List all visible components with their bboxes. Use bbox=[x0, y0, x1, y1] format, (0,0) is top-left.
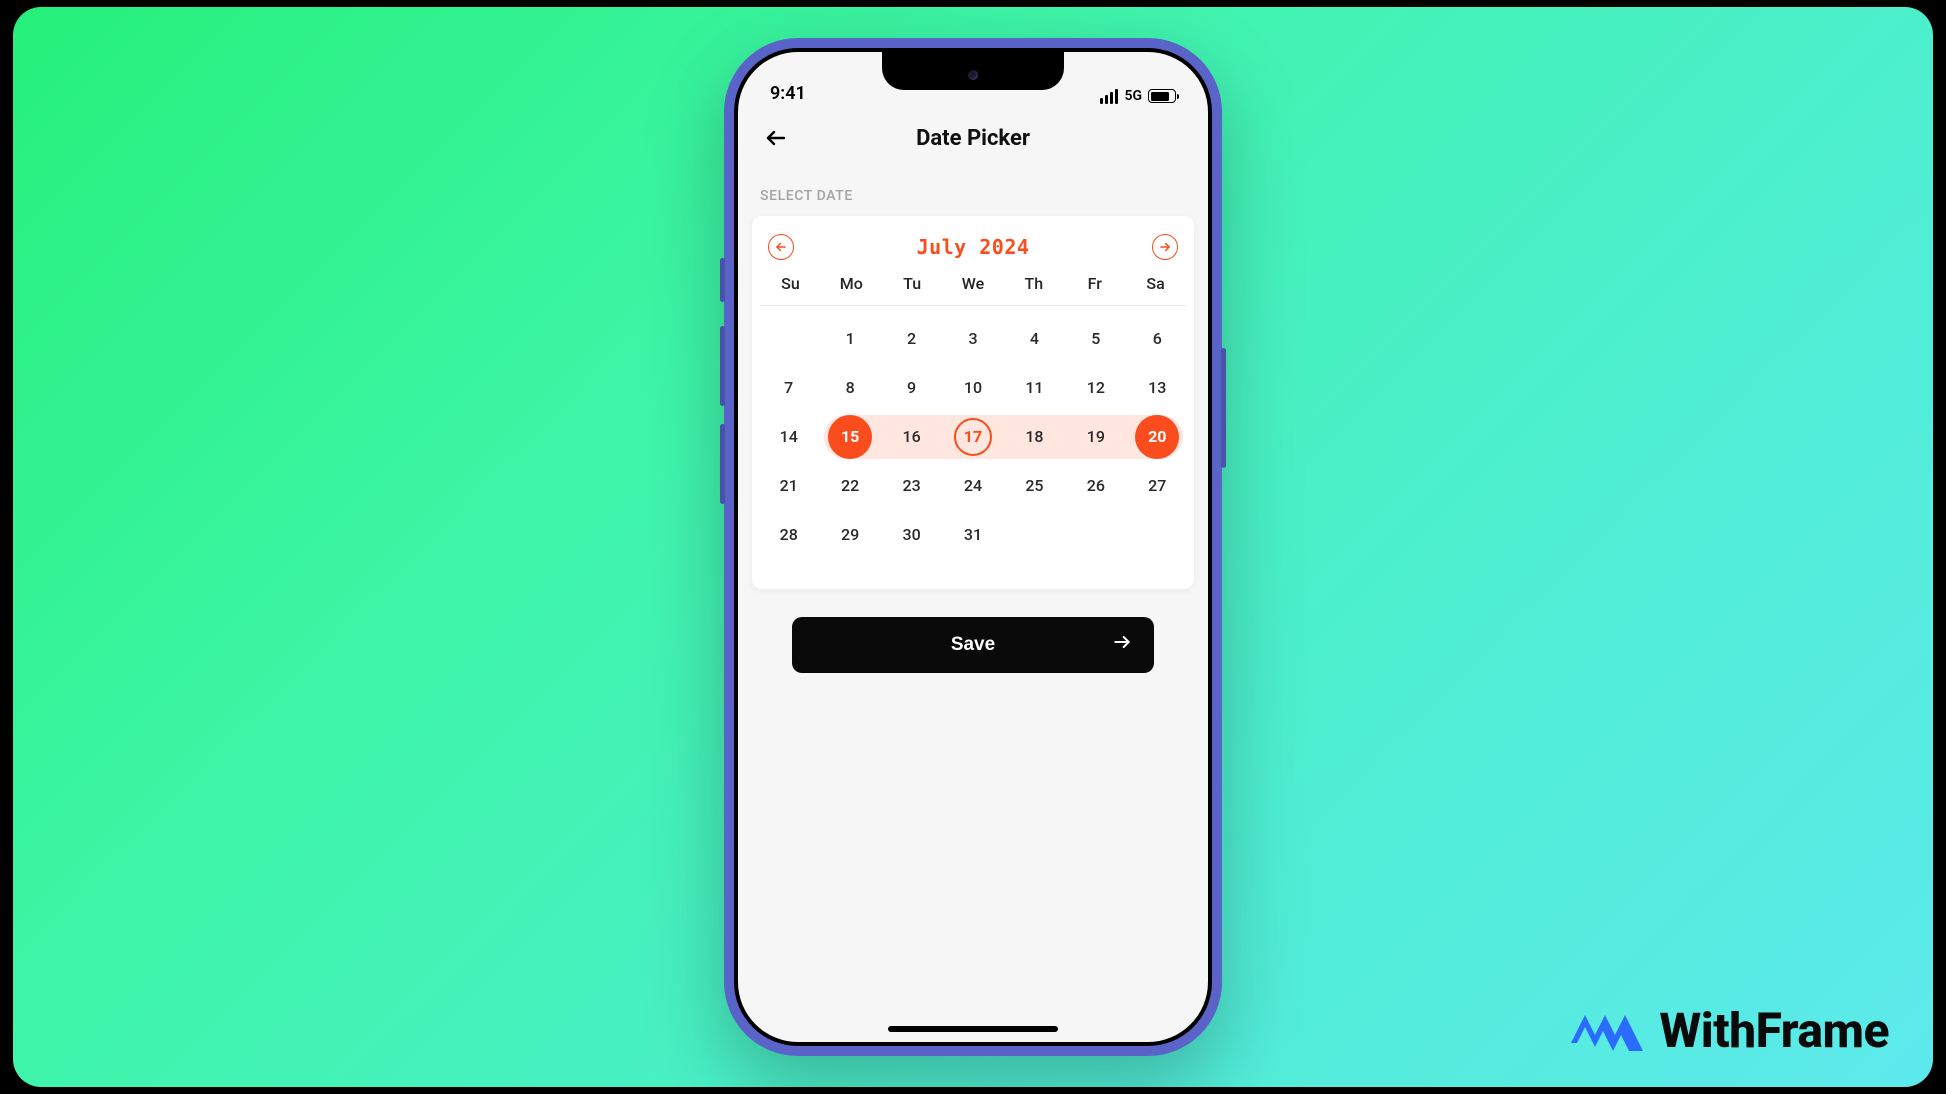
watermark-text: WithFrame bbox=[1659, 1002, 1889, 1059]
signal-icon bbox=[1100, 89, 1118, 104]
calendar-week-row: 78910111213 bbox=[758, 363, 1188, 412]
calendar-day[interactable]: 19 bbox=[1065, 415, 1126, 459]
calendar-day[interactable]: 11 bbox=[1004, 366, 1065, 410]
dow-cell: Fr bbox=[1064, 274, 1125, 293]
calendar-day[interactable]: 18 bbox=[1004, 415, 1065, 459]
phone-volume-down bbox=[720, 424, 725, 504]
app-header: Date Picker bbox=[738, 108, 1208, 172]
calendar-day[interactable]: 4 bbox=[1004, 317, 1065, 361]
arrow-right-icon bbox=[1112, 632, 1132, 658]
phone-frame: 9:41 5G Dat bbox=[724, 38, 1222, 1056]
calendar-day[interactable]: 28 bbox=[758, 513, 819, 557]
phone-volume-up bbox=[720, 326, 725, 406]
prev-month-button[interactable] bbox=[768, 234, 794, 260]
save-button-label: Save bbox=[951, 634, 995, 656]
dow-cell: Su bbox=[760, 274, 821, 293]
arrow-right-circle-icon bbox=[1158, 240, 1172, 254]
calendar-day[interactable]: 10 bbox=[942, 366, 1003, 410]
calendar-day[interactable]: 2 bbox=[881, 317, 942, 361]
calendar-day[interactable]: 22 bbox=[819, 464, 880, 508]
date-picker-card: July 2024 SuMoTuWeThFrSa 123456789101112… bbox=[752, 216, 1194, 589]
calendar-week-row: 28293031 bbox=[758, 510, 1188, 559]
page-title: Date Picker bbox=[794, 126, 1152, 151]
phone-volume-switch bbox=[720, 258, 725, 302]
arrow-left-circle-icon bbox=[774, 240, 788, 254]
calendar-week-row: 123456 bbox=[758, 314, 1188, 363]
dow-cell: Th bbox=[1003, 274, 1064, 293]
calendar-week-row: 14151617181920 bbox=[758, 412, 1188, 461]
calendar-grid: 1234567891011121314151617181920212223242… bbox=[758, 306, 1188, 559]
calendar-day[interactable]: 20 bbox=[1127, 415, 1188, 459]
phone-screen: 9:41 5G Dat bbox=[738, 52, 1208, 1042]
calendar-day[interactable]: 13 bbox=[1127, 366, 1188, 410]
calendar-day[interactable]: 6 bbox=[1127, 317, 1188, 361]
calendar-day[interactable]: 27 bbox=[1127, 464, 1188, 508]
calendar-day[interactable]: 1 bbox=[819, 317, 880, 361]
status-time: 9:41 bbox=[770, 83, 806, 104]
calendar-week-row: 21222324252627 bbox=[758, 461, 1188, 510]
calendar-day[interactable]: 7 bbox=[758, 366, 819, 410]
calendar-day[interactable]: 17 bbox=[942, 418, 1003, 456]
calendar-day[interactable]: 16 bbox=[881, 415, 942, 459]
arrow-left-icon bbox=[764, 126, 788, 150]
month-year-label: July 2024 bbox=[917, 235, 1030, 259]
dow-cell: Mo bbox=[821, 274, 882, 293]
next-month-button[interactable] bbox=[1152, 234, 1178, 260]
battery-icon bbox=[1148, 89, 1176, 103]
dow-cell: Sa bbox=[1125, 274, 1186, 293]
calendar-day[interactable]: 24 bbox=[942, 464, 1003, 508]
section-label: SELECT DATE bbox=[752, 180, 1194, 216]
phone-power-button bbox=[1221, 348, 1226, 468]
calendar-day[interactable]: 21 bbox=[758, 464, 819, 508]
back-button[interactable] bbox=[758, 120, 794, 156]
calendar-day[interactable]: 29 bbox=[819, 513, 880, 557]
calendar-day[interactable]: 9 bbox=[881, 366, 942, 410]
save-button[interactable]: Save bbox=[792, 617, 1154, 673]
calendar-day[interactable]: 14 bbox=[758, 415, 819, 459]
home-indicator bbox=[888, 1026, 1058, 1032]
calendar-day[interactable]: 31 bbox=[942, 513, 1003, 557]
calendar-day[interactable]: 5 bbox=[1065, 317, 1126, 361]
calendar-day[interactable]: 8 bbox=[819, 366, 880, 410]
day-of-week-header: SuMoTuWeThFrSa bbox=[760, 274, 1186, 306]
calendar-day[interactable]: 25 bbox=[1004, 464, 1065, 508]
calendar-day[interactable]: 15 bbox=[819, 415, 880, 459]
calendar-day[interactable]: 12 bbox=[1065, 366, 1126, 410]
dow-cell: We bbox=[943, 274, 1004, 293]
calendar-day[interactable]: 26 bbox=[1065, 464, 1126, 508]
withframe-logo-icon bbox=[1571, 1005, 1647, 1057]
watermark: WithFrame bbox=[1571, 1002, 1889, 1059]
phone-camera bbox=[968, 70, 978, 80]
phone-notch bbox=[882, 52, 1064, 90]
calendar-day[interactable]: 23 bbox=[881, 464, 942, 508]
dow-cell: Tu bbox=[882, 274, 943, 293]
calendar-day[interactable]: 3 bbox=[942, 317, 1003, 361]
calendar-day[interactable]: 30 bbox=[881, 513, 942, 557]
promo-stage: 9:41 5G Dat bbox=[13, 7, 1933, 1087]
network-label: 5G bbox=[1124, 88, 1142, 104]
